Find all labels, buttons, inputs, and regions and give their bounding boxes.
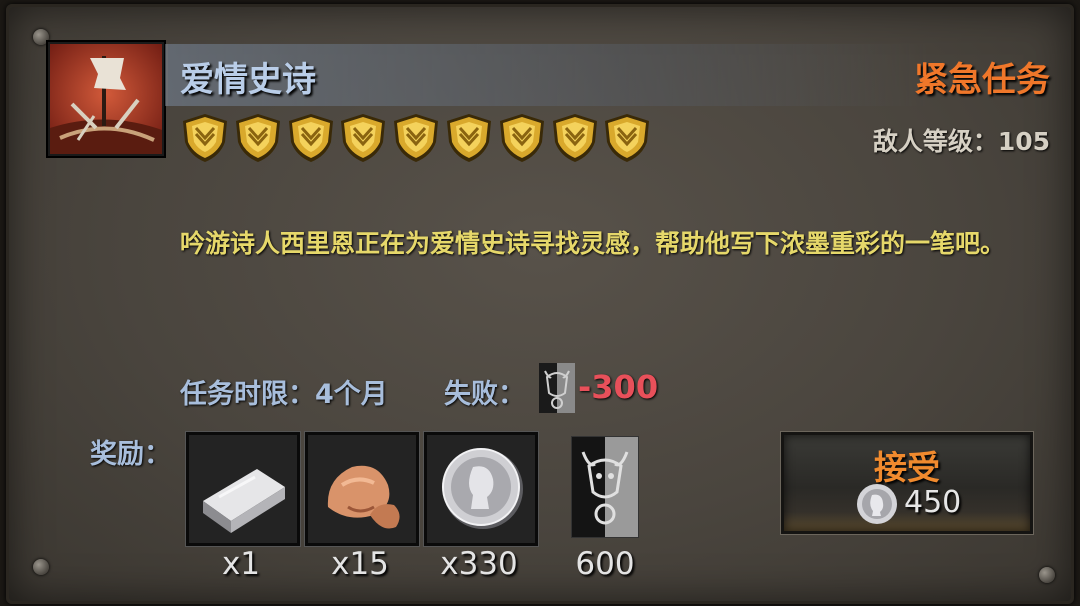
- rivet-icon: [33, 29, 49, 45]
- quest-title: 爱情史诗: [180, 60, 316, 100]
- difficulty-shield-icon: [288, 114, 333, 162]
- reward-count: 600: [575, 546, 635, 582]
- reward-count: x15: [331, 546, 389, 582]
- enemy-level-label: 敌人等级：105: [872, 127, 1050, 156]
- rivet-icon: [33, 559, 49, 575]
- difficulty-shield-icon: [183, 114, 227, 162]
- cult-reputation-icon: [570, 435, 640, 539]
- difficulty-shield-icon: [341, 114, 386, 162]
- reward-count: x1: [221, 546, 261, 582]
- fail-penalty-value: -300: [578, 368, 659, 406]
- reward-slot-cult-reputation[interactable]: [570, 435, 640, 539]
- silver-ingot-icon: [189, 435, 297, 543]
- reward-count: x330: [440, 546, 518, 582]
- silver-coin-icon: [857, 484, 897, 524]
- difficulty-shield-icon: [605, 114, 650, 162]
- reward-slot-silver-ingot[interactable]: [186, 432, 300, 546]
- difficulty-shield-icon: [394, 114, 439, 162]
- silver-coin-icon: [427, 435, 535, 543]
- quest-description: 吟游诗人西里恩正在为爱情史诗寻找灵感，帮助他写下浓墨重彩的一笔吧。: [180, 229, 1006, 258]
- rivet-icon: [1039, 567, 1055, 583]
- reward-slot-copper-ore[interactable]: [305, 432, 419, 546]
- time-limit-label: 任务时限：4个月: [180, 379, 388, 410]
- difficulty-shield-icon: [552, 114, 597, 162]
- accept-button[interactable]: 接受 450: [781, 432, 1033, 534]
- rewards-label: 奖励：: [90, 439, 171, 470]
- difficulty-shield-icon: [447, 114, 491, 162]
- copper-ore-icon: [308, 435, 416, 543]
- accept-cost-value: 450: [904, 485, 962, 520]
- cult-reputation-icon: [539, 363, 575, 413]
- difficulty-shield-icon: [235, 114, 280, 162]
- quest-portrait-icon: [48, 42, 164, 156]
- quest-type-label: 紧急任务: [914, 60, 1050, 100]
- difficulty-shield-icon: [499, 114, 544, 162]
- fail-label: 失败：: [444, 379, 525, 410]
- accept-button-label: 接受: [874, 448, 940, 487]
- reward-slot-silver-coin[interactable]: [424, 432, 538, 546]
